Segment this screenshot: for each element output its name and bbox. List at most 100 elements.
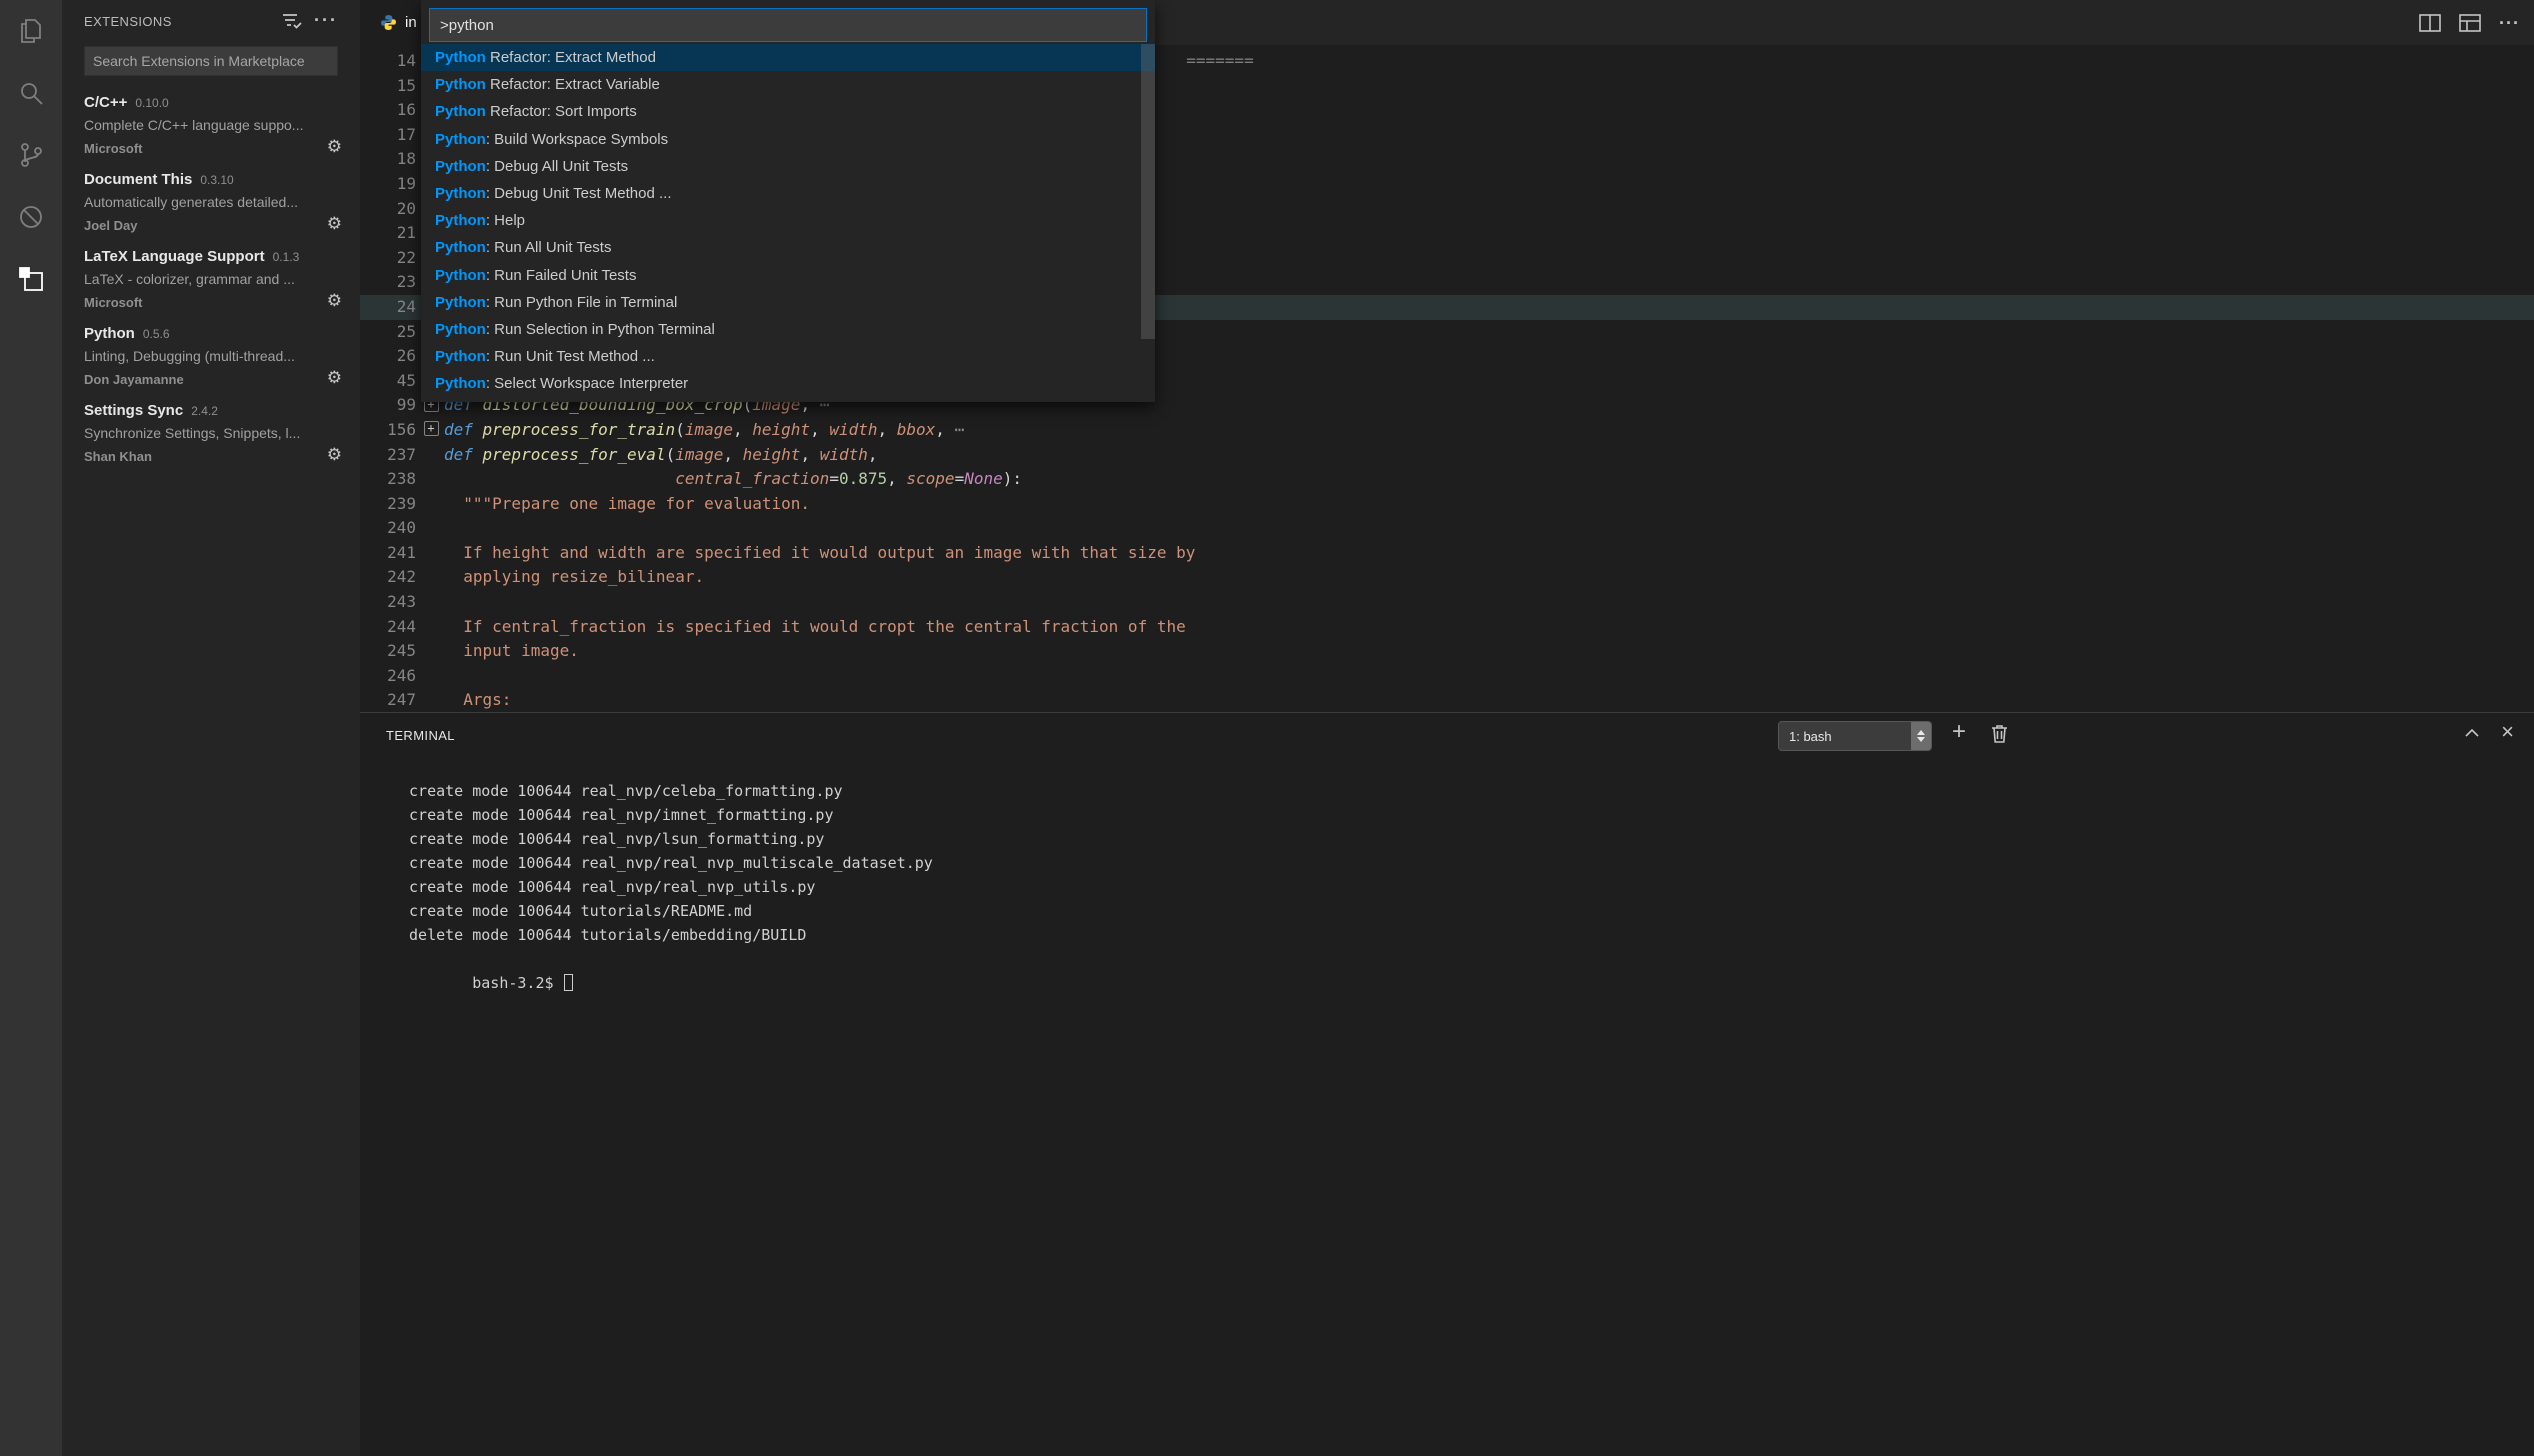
source-control-icon[interactable] (0, 124, 62, 186)
code-line: 238 central_fraction=0.875, scope=None): (360, 467, 2534, 492)
extension-item[interactable]: Python 0.5.6 Linting, Debugging (multi-thr… (62, 319, 360, 396)
terminal-output[interactable]: create mode 100644 real_nvp/celeba_forma… (400, 779, 2500, 971)
palette-scrollbar[interactable] (1141, 44, 1155, 339)
palette-item[interactable]: Python Refactor: Extract Method (421, 44, 1155, 71)
line-number: 26 (360, 344, 418, 369)
extension-name: C/C++ (84, 94, 127, 111)
palette-item[interactable]: Python: Build Workspace Symbols (421, 126, 1155, 153)
python-icon (380, 14, 397, 31)
sidebar-header: EXTENSIONS ··· (62, 0, 360, 42)
palette-item[interactable]: Python: Debug All Unit Tests (421, 153, 1155, 180)
extensions-icon[interactable] (0, 248, 62, 310)
extensions-search-input[interactable] (84, 46, 338, 76)
line-number: 15 (360, 74, 418, 99)
extension-description: Synchronize Settings, Snippets, l... (84, 425, 342, 449)
terminal-line: create mode 100644 real_nvp/real_nvp_mul… (400, 851, 2500, 875)
line-number: 19 (360, 172, 418, 197)
debug-icon[interactable] (0, 186, 62, 248)
extension-version: 0.3.10 (200, 173, 233, 187)
palette-item[interactable]: Python: Run All Unit Tests (421, 234, 1155, 261)
line-number: 22 (360, 246, 418, 271)
terminal-line: create mode 100644 real_nvp/lsun_formatt… (400, 827, 2500, 851)
line-number: 242 (360, 565, 418, 590)
vscode-window: EXTENSIONS ··· C/C++ 0.10.0 Complete C/C++… (0, 0, 2534, 1456)
command-palette: Python Refactor: Extract MethodPython Re… (421, 0, 1155, 402)
new-terminal-icon[interactable]: + (1952, 718, 1966, 746)
palette-item[interactable]: Python: Select Workspace Interpreter (421, 370, 1155, 397)
gear-icon[interactable]: ⚙ (327, 445, 342, 465)
extension-author: Shan Khan (84, 449, 152, 464)
code-line: 156+def preprocess_for_train(image, heig… (360, 418, 2534, 443)
line-number: 45 (360, 369, 418, 394)
extension-version: 0.10.0 (135, 96, 168, 110)
gear-icon[interactable]: ⚙ (327, 137, 342, 157)
filter-icon[interactable] (282, 12, 302, 35)
terminal-panel: TERMINAL 1: bash + × create mode 100644 … (360, 712, 2534, 1456)
terminal-prompt-line: bash-3.2$ (400, 947, 2500, 971)
code-line: 241 If height and width are specified it… (360, 541, 2534, 566)
line-number: 238 (360, 467, 418, 492)
kill-terminal-icon[interactable] (1990, 723, 2009, 745)
line-number: 237 (360, 443, 418, 468)
palette-item[interactable]: Python: Run Unit Test Method ... (421, 343, 1155, 370)
line-number: 17 (360, 123, 418, 148)
gear-icon[interactable]: ⚙ (327, 214, 342, 234)
code-line: 237def preprocess_for_eval(image, height… (360, 443, 2534, 468)
extensions-list: C/C++ 0.10.0 Complete C/C++ language suppo… (62, 88, 360, 473)
extension-item[interactable]: C/C++ 0.10.0 Complete C/C++ language suppo… (62, 88, 360, 165)
palette-item[interactable]: Python: Run Selection in Python Terminal (421, 316, 1155, 343)
terminal-line: create mode 100644 tutorials/README.md (400, 899, 2500, 923)
select-stepper-icon (1911, 722, 1931, 750)
code-line: 247 Args: (360, 688, 2534, 712)
extension-name: Python (84, 325, 135, 342)
code-line: 244 If central_fraction is specified it … (360, 615, 2534, 640)
code-line: 239 """Prepare one image for evaluation. (360, 492, 2534, 517)
command-palette-input[interactable] (429, 8, 1147, 42)
line-number: 14 (360, 49, 418, 74)
line-number: 21 (360, 221, 418, 246)
extension-version: 0.1.3 (273, 250, 300, 264)
search-icon[interactable] (0, 62, 62, 124)
line-number: 25 (360, 320, 418, 345)
editor-more-actions-icon[interactable]: ··· (2499, 13, 2520, 34)
palette-item[interactable]: Python: Help (421, 207, 1155, 234)
palette-item[interactable]: Python: Debug Unit Test Method ... (421, 180, 1155, 207)
extension-description: Complete C/C++ language suppo... (84, 117, 342, 141)
explorer-icon[interactable] (0, 0, 62, 62)
palette-list: Python Refactor: Extract MethodPython Re… (421, 44, 1155, 397)
extension-description: Linting, Debugging (multi-thread... (84, 348, 342, 372)
palette-item[interactable]: Python Refactor: Sort Imports (421, 98, 1155, 125)
extension-item[interactable]: Document This 0.3.10 Automatically generat… (62, 165, 360, 242)
terminal-shell-select[interactable]: 1: bash (1778, 721, 1932, 751)
panel-tab-terminal[interactable]: TERMINAL (386, 728, 455, 743)
gear-icon[interactable]: ⚙ (327, 291, 342, 311)
extension-item[interactable]: Settings Sync2.4.2Synchronize Settings, … (62, 396, 360, 473)
line-number: 241 (360, 541, 418, 566)
more-actions-icon[interactable]: ··· (314, 10, 338, 31)
fold-icon[interactable]: + (424, 421, 439, 436)
line-number: 244 (360, 615, 418, 640)
line-number: 240 (360, 516, 418, 541)
code-line: 245 input image. (360, 639, 2534, 664)
palette-item[interactable]: Python: Run Failed Unit Tests (421, 262, 1155, 289)
sidebar-title: EXTENSIONS (84, 14, 172, 29)
palette-item[interactable]: Python: Run Python File in Terminal (421, 289, 1155, 316)
maximize-panel-icon[interactable] (2462, 723, 2482, 743)
split-editor-icon[interactable] (2419, 13, 2441, 33)
line-number: 156 (360, 418, 418, 443)
extension-item[interactable]: LaTeX Language Support0.1.3LaTeX - color… (62, 242, 360, 319)
line-number: 20 (360, 197, 418, 222)
extension-author: Microsoft (84, 295, 143, 310)
palette-item[interactable]: Python Refactor: Extract Variable (421, 71, 1155, 98)
terminal-line: delete mode 100644 tutorials/embedding/B… (400, 923, 2500, 947)
extension-author: Microsoft (84, 141, 143, 156)
gear-icon[interactable]: ⚙ (327, 368, 342, 388)
close-panel-icon[interactable]: × (2501, 719, 2514, 745)
extension-description: Automatically generates detailed... (84, 194, 342, 218)
extension-name: Document This (84, 171, 192, 188)
line-number: 23 (360, 270, 418, 295)
line-number: 24 (360, 295, 418, 320)
extension-version: 0.5.6 (143, 327, 170, 341)
toggle-layout-icon[interactable] (2459, 13, 2481, 33)
extension-name: Settings Sync (84, 402, 183, 419)
